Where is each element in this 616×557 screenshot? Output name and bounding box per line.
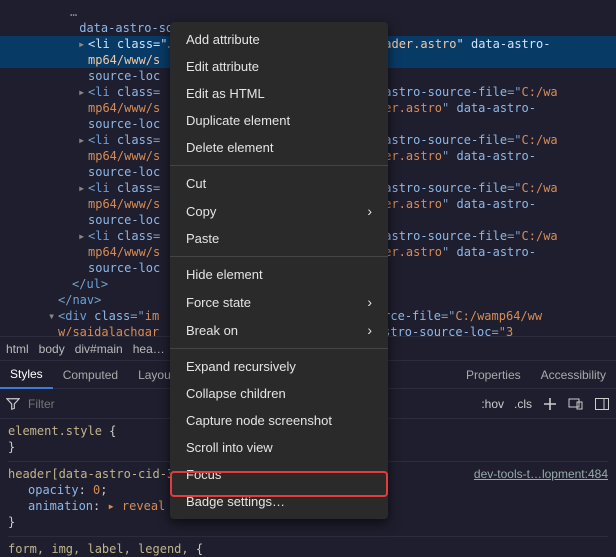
plus-icon[interactable]: [542, 396, 558, 412]
context-menu-item[interactable]: Collapse children: [170, 380, 388, 407]
breadcrumb-item[interactable]: html: [6, 342, 29, 356]
context-menu-item[interactable]: Break on: [170, 316, 388, 344]
context-menu-item[interactable]: Capture node screenshot: [170, 407, 388, 434]
context-menu: Add attributeEdit attributeEdit as HTMLD…: [170, 22, 388, 519]
context-menu-item[interactable]: Focus: [170, 461, 388, 488]
context-menu-item[interactable]: Badge settings…: [170, 488, 388, 515]
context-menu-item[interactable]: Hide element: [170, 261, 388, 288]
context-menu-item[interactable]: Edit attribute: [170, 53, 388, 80]
cls-toggle[interactable]: .cls: [514, 397, 532, 411]
breadcrumb-item[interactable]: hea…: [133, 342, 165, 356]
context-menu-item[interactable]: Delete element: [170, 134, 388, 161]
funnel-icon[interactable]: [6, 397, 20, 411]
source-link[interactable]: dev-tools-t…lopment:484: [474, 466, 608, 482]
pane-tab[interactable]: Properties: [456, 361, 531, 389]
expand-arrow-icon[interactable]: ▸: [78, 132, 88, 148]
breadcrumb-item[interactable]: div#main: [75, 342, 123, 356]
pane-tab[interactable]: Accessibility: [531, 361, 616, 389]
context-menu-separator: [170, 348, 388, 349]
context-menu-item[interactable]: Cut: [170, 170, 388, 197]
css-selector[interactable]: element.style: [8, 424, 102, 438]
context-menu-item[interactable]: Add attribute: [170, 26, 388, 53]
context-menu-item[interactable]: Copy: [170, 197, 388, 225]
panel-icon[interactable]: [594, 396, 610, 412]
expand-arrow-icon[interactable]: ▸: [78, 36, 88, 52]
hov-toggle[interactable]: :hov: [481, 397, 504, 411]
context-menu-item[interactable]: Expand recursively: [170, 353, 388, 380]
devices-icon[interactable]: [568, 396, 584, 412]
pane-tab[interactable]: Styles: [0, 361, 53, 389]
context-menu-item[interactable]: Scroll into view: [170, 434, 388, 461]
expand-arrow-icon[interactable]: ▸: [78, 180, 88, 196]
context-menu-item[interactable]: Force state: [170, 288, 388, 316]
pane-tab[interactable]: Computed: [53, 361, 128, 389]
expand-arrow-icon[interactable]: ▸: [78, 84, 88, 100]
expand-arrow-icon[interactable]: ▾: [48, 308, 58, 324]
breadcrumb-item[interactable]: body: [39, 342, 65, 356]
dom-tree-line[interactable]: …: [0, 4, 616, 20]
css-selector[interactable]: form, img, label, legend,: [8, 542, 189, 556]
context-menu-item[interactable]: Paste: [170, 225, 388, 252]
context-menu-item[interactable]: Duplicate element: [170, 107, 388, 134]
expand-arrow-icon[interactable]: ▸: [78, 228, 88, 244]
context-menu-item[interactable]: Edit as HTML: [170, 80, 388, 107]
context-menu-separator: [170, 256, 388, 257]
context-menu-separator: [170, 165, 388, 166]
css-rule[interactable]: form, img, label, legend, {border: 0;}: [8, 536, 608, 557]
